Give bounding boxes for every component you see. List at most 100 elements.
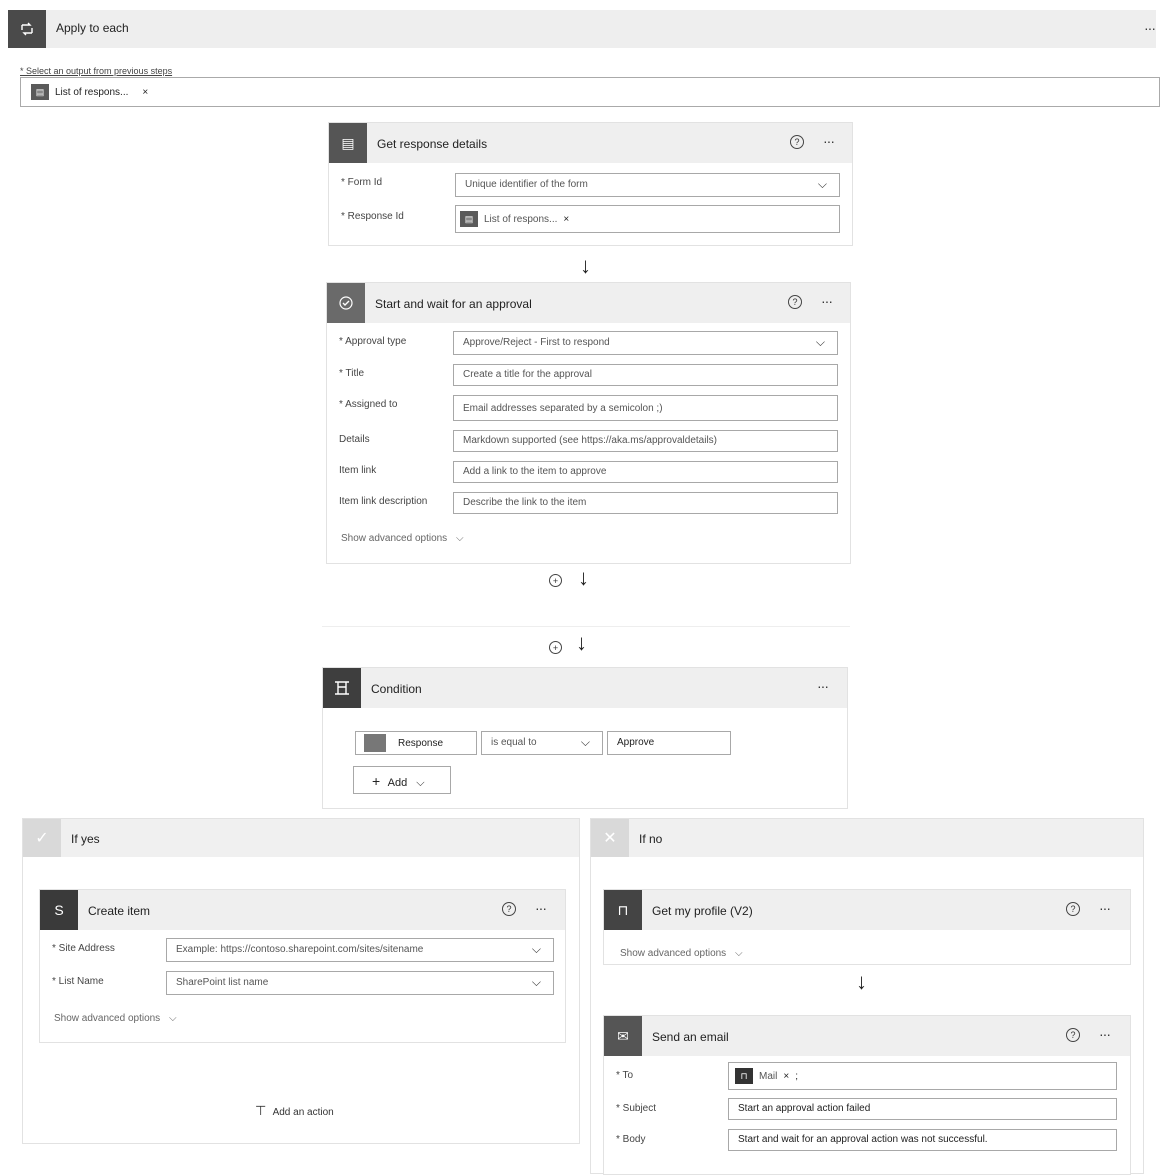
- card-title: Start and wait for an approval: [375, 297, 532, 311]
- list-name-placeholder: SharePoint list name: [176, 977, 269, 988]
- form-id-dropdown[interactable]: Unique identifier of the form ⌵: [455, 173, 840, 197]
- sharepoint-icon: S: [40, 890, 78, 930]
- add-label: Add: [387, 777, 408, 789]
- site-address-dropdown[interactable]: Example: https://contoso.sharepoint.com/…: [166, 938, 554, 962]
- branch-header[interactable]: [23, 819, 579, 857]
- create-item-card: S Create item ? ··· * Site Address Examp…: [39, 889, 566, 1043]
- card-title: Create item: [88, 904, 151, 918]
- help-icon[interactable]: ?: [502, 902, 516, 916]
- chevron-down-icon: ⌵: [455, 533, 464, 544]
- response-id-token[interactable]: ▤ List of respons... ×: [460, 210, 575, 228]
- chevron-down-icon: ⌵: [817, 177, 827, 191]
- remove-token-icon[interactable]: ×: [563, 214, 569, 225]
- select-output-input[interactable]: ▤ List of respons... ×: [20, 77, 1160, 107]
- approval-icon: [364, 734, 386, 752]
- chevron-down-icon: ⌵: [416, 777, 425, 789]
- approval-type-value: Approve/Reject - First to respond: [463, 337, 610, 348]
- approval-type-dropdown[interactable]: Approve/Reject - First to respond ⌵: [453, 331, 838, 355]
- body-input[interactable]: Start and wait for an approval action wa…: [728, 1129, 1117, 1151]
- to-input[interactable]: ⊓ Mail × ;: [728, 1062, 1117, 1090]
- divider: [322, 626, 850, 627]
- more-options-icon[interactable]: ···: [535, 900, 547, 916]
- office-icon: ⊓: [604, 890, 642, 930]
- card-title: Get my profile (V2): [652, 904, 753, 918]
- loop-icon: [8, 10, 46, 48]
- branch-header[interactable]: [591, 819, 1143, 857]
- card-title: Get response details: [377, 137, 488, 151]
- approval-icon: [327, 283, 365, 323]
- subject-label: * Subject: [616, 1103, 657, 1114]
- form-id-label: * Form Id: [341, 177, 383, 188]
- apply-to-each-header[interactable]: [8, 10, 1156, 48]
- output-token[interactable]: ▤ List of respons... ×: [31, 83, 154, 101]
- response-id-label: * Response Id: [341, 211, 404, 222]
- forms-icon: ▤: [329, 123, 367, 163]
- chevron-down-icon: ⌵: [734, 948, 743, 959]
- flow-arrow-icon: ↓: [580, 253, 591, 278]
- more-options-icon[interactable]: ···: [1099, 900, 1111, 916]
- show-advanced-options-link[interactable]: Show advanced options ⌵: [341, 533, 464, 544]
- more-options-icon[interactable]: ···: [1099, 1026, 1111, 1042]
- details-input[interactable]: Markdown supported (see https://aka.ms/a…: [453, 430, 838, 452]
- help-icon[interactable]: ?: [788, 295, 802, 309]
- card-title: Condition: [371, 682, 422, 696]
- add-action-label: Add an action: [272, 1107, 334, 1118]
- show-advanced-options-link[interactable]: Show advanced options ⌵: [54, 1013, 177, 1024]
- insert-step-icon[interactable]: +: [549, 641, 562, 654]
- show-advanced-label: Show advanced options: [341, 533, 448, 544]
- form-id-placeholder: Unique identifier of the form: [465, 179, 588, 190]
- more-options-icon[interactable]: ···: [821, 293, 833, 309]
- body-label: * Body: [616, 1134, 646, 1145]
- get-profile-card: ⊓ Get my profile (V2) ? ··· Show advance…: [603, 889, 1131, 965]
- approval-card: Start and wait for an approval ? ··· * A…: [326, 282, 851, 564]
- mail-token[interactable]: ⊓ Mail × ;: [735, 1067, 804, 1085]
- help-icon[interactable]: ?: [790, 135, 804, 149]
- subject-input[interactable]: Start an approval action failed: [728, 1098, 1117, 1120]
- chevron-down-icon: ⌵: [815, 335, 825, 349]
- title-input[interactable]: Create a title for the approval: [453, 364, 838, 386]
- item-link-input[interactable]: Add a link to the item to approve: [453, 461, 838, 483]
- response-id-input[interactable]: ▤ List of respons... ×: [455, 205, 840, 233]
- flow-arrow-icon: ↓: [856, 969, 867, 994]
- assigned-to-input[interactable]: Email addresses separated by a semicolon…: [453, 395, 838, 421]
- token-label: Mail: [759, 1070, 778, 1082]
- to-label: * To: [616, 1070, 634, 1081]
- list-name-dropdown[interactable]: SharePoint list name ⌵: [166, 971, 554, 995]
- if-no-branch: ✕ If no ⊓ Get my profile (V2) ? ··· Show…: [590, 818, 1144, 1175]
- branch-title: If yes: [71, 832, 100, 846]
- more-options-icon[interactable]: ···: [823, 133, 835, 149]
- forms-icon: ▤: [460, 211, 478, 227]
- assigned-to-label: * Assigned to: [339, 399, 398, 410]
- show-advanced-label: Show advanced options: [54, 1013, 161, 1024]
- more-options-icon[interactable]: ···: [817, 678, 829, 694]
- condition-right-operand[interactable]: Approve: [607, 731, 731, 755]
- add-condition-button[interactable]: + Add ⌵: [353, 766, 451, 794]
- condition-left-operand[interactable]: Response ×: [355, 731, 477, 755]
- condition-operator-dropdown[interactable]: is equal to ⌵: [481, 731, 603, 755]
- help-icon[interactable]: ?: [1066, 1028, 1080, 1042]
- check-icon: ✓: [23, 819, 61, 857]
- chevron-down-icon: ⌵: [580, 735, 590, 749]
- item-link-label: Item link: [339, 465, 377, 476]
- add-action-button[interactable]: ⊤ Add an action: [255, 1103, 334, 1119]
- more-options-icon[interactable]: ···: [1144, 20, 1156, 36]
- remove-token-icon[interactable]: ×: [783, 1071, 789, 1082]
- item-link-description-input[interactable]: Describe the link to the item: [453, 492, 838, 514]
- send-email-card: ✉ Send an email ? ··· * To ⊓ Mail × ; * …: [603, 1015, 1131, 1175]
- chevron-down-icon: ⌵: [168, 1013, 177, 1024]
- left-token-label: Response: [398, 738, 444, 749]
- approval-type-label: * Approval type: [339, 336, 407, 347]
- office-icon: ⊓: [735, 1068, 753, 1084]
- title-label: * Title: [339, 368, 365, 379]
- branch-title: If no: [639, 832, 663, 846]
- add-action-icon: ⊤: [255, 1103, 267, 1118]
- condition-icon: [323, 668, 361, 708]
- insert-step-icon[interactable]: +: [549, 574, 562, 587]
- outlook-icon: ✉: [604, 1016, 642, 1056]
- close-icon: ✕: [591, 819, 629, 857]
- remove-token-icon[interactable]: ×: [142, 87, 148, 98]
- help-icon[interactable]: ?: [1066, 902, 1080, 916]
- token-label: List of respons...: [484, 213, 558, 225]
- get-response-details-card: ▤ Get response details ? ··· * Form Id U…: [328, 122, 853, 246]
- show-advanced-options-link[interactable]: Show advanced options ⌵: [620, 948, 743, 959]
